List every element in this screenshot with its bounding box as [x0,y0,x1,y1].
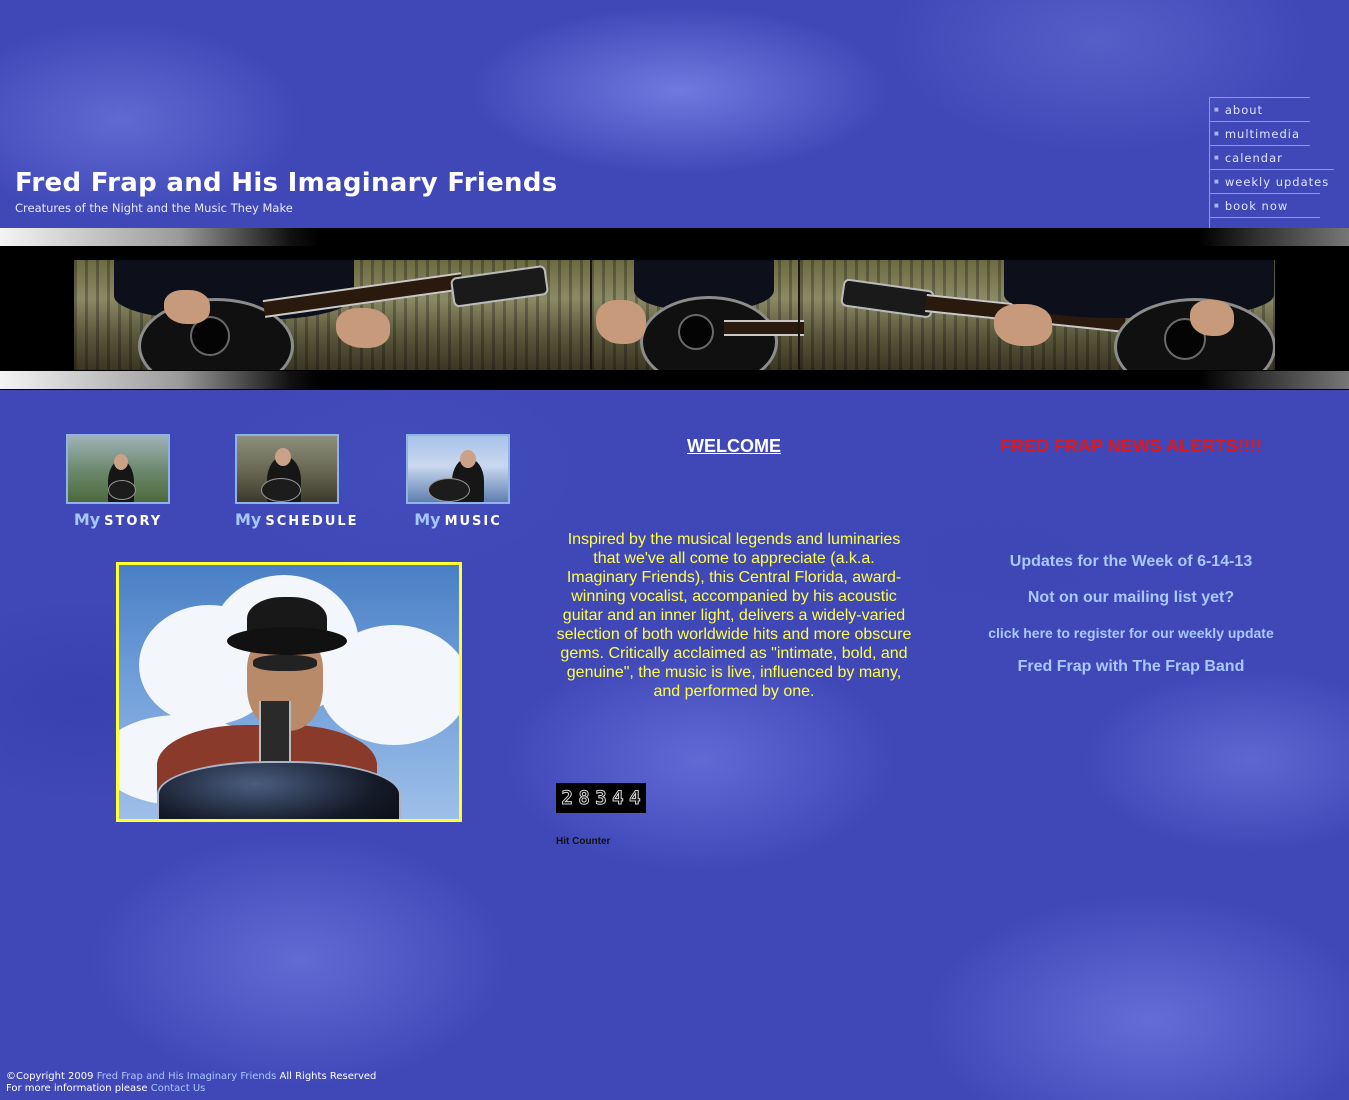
banner-guitar-photo [74,260,1275,370]
news-alerts-link[interactable]: FRED FRAP NEWS ALERTS!!!! [940,436,1322,457]
more-info-text: For more information please [6,1083,148,1094]
register-link[interactable]: click here to register for our weekly up… [940,625,1322,641]
hit-counter[interactable]: 2 8 3 4 4 [556,783,646,813]
site-name-link[interactable]: Fred Frap and His Imaginary Friends [97,1071,277,1082]
main-photo [116,562,462,822]
section-my-label: My [73,510,101,529]
footer-contact-line: For more information please Contact Us [6,1083,376,1095]
nav-item-book-now[interactable]: ■ book now [1210,193,1320,218]
nav-item-label: multimedia [1224,126,1301,141]
nav-item-label: weekly updates [1224,174,1330,189]
section-link-music[interactable]: My MUSIC [406,434,510,529]
counter-digit: 4 [629,787,641,810]
section-word-label: STORY [104,514,163,529]
banner-chrome-bar [0,228,1349,246]
contact-us-link[interactable]: Contact Us [151,1083,206,1094]
section-my-label: My [235,510,262,529]
section-word-label: MUSIC [444,514,502,529]
copyright-text: ©Copyright 2009 [6,1071,94,1082]
bullet-icon: ■ [1214,153,1219,162]
hit-counter-label[interactable]: Hit Counter [556,836,610,847]
welcome-heading: WELCOME [687,436,781,456]
nav-item-weekly-updates[interactable]: ■ weekly updates [1210,169,1334,193]
counter-digit: 8 [578,787,590,810]
nav-item-about[interactable]: ■ about [1210,97,1310,121]
section-link-story[interactable]: My STORY [66,434,170,529]
nav-item-multimedia[interactable]: ■ multimedia [1210,121,1310,145]
frap-band-text: Fred Frap with The Frap Band [1017,658,1245,675]
welcome-text: Inspired by the musical legends and lumi… [556,531,912,700]
schedule-thumbnail[interactable] [235,434,339,504]
footer-copyright-line: ©Copyright 2009 Fred Frap and His Imagin… [6,1071,376,1083]
nav-item-label: about [1224,102,1264,117]
counter-digit: 4 [612,787,624,810]
main-nav: ■ about ■ multimedia ■ calendar ■ weekly… [1209,97,1349,228]
section-word-label: SCHEDULE [265,514,359,529]
site-subtitle: Creatures of the Night and the Music The… [15,201,293,215]
section-link-schedule[interactable]: My SCHEDULE [235,434,357,529]
counter-digit: 3 [595,787,607,810]
bullet-icon: ■ [1214,105,1219,114]
banner-chrome-bar [0,371,1349,389]
weekly-updates-text: Updates for the Week of 6-14-13 [1009,553,1253,570]
bullet-icon: ■ [1214,201,1219,210]
nav-item-label: book now [1224,198,1289,213]
footer: ©Copyright 2009 Fred Frap and His Imagin… [6,1071,376,1095]
site-title: Fred Frap and His Imaginary Friends [15,168,558,198]
story-thumbnail[interactable] [66,434,170,504]
bullet-icon: ■ [1214,177,1219,186]
rights-text: All Rights Reserved [279,1071,377,1082]
music-thumbnail[interactable] [406,434,510,504]
mailing-list-text: Not on our mailing list yet? [1027,589,1235,606]
bullet-icon: ■ [1214,129,1219,138]
nav-item-label: calendar [1224,150,1283,165]
counter-digit: 2 [561,787,573,810]
nav-item-calendar[interactable]: ■ calendar [1210,145,1310,169]
section-my-label: My [414,510,441,529]
